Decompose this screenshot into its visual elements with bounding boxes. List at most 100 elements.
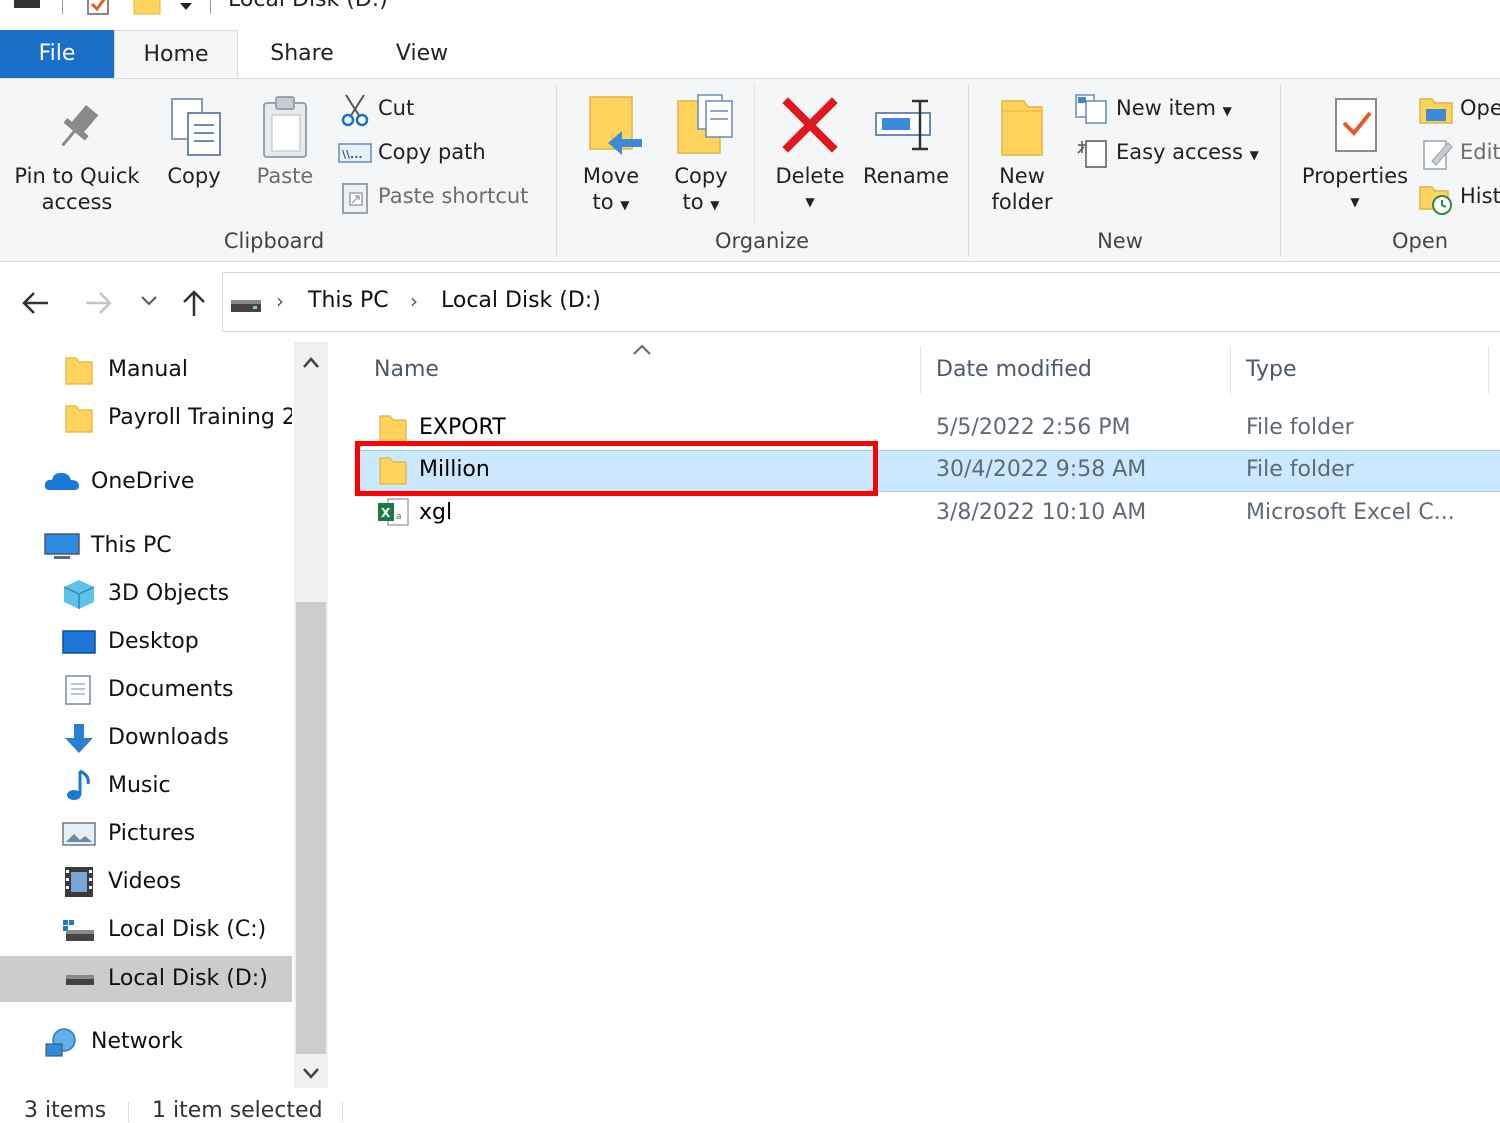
- nav-item-label: This PC: [91, 533, 172, 558]
- new-folder-qa-icon[interactable]: [132, 0, 162, 16]
- tab-file[interactable]: File: [0, 30, 114, 78]
- breadcrumb-separator-icon[interactable]: ›: [276, 289, 284, 313]
- easy-access-label: Easy access ▼: [1116, 140, 1259, 164]
- pin-icon: [54, 103, 102, 153]
- column-divider[interactable]: [1488, 346, 1489, 394]
- breadcrumb-this-pc[interactable]: This PC: [308, 288, 389, 313]
- open-folder-icon: [1418, 93, 1454, 125]
- copy-label: Copy: [167, 164, 221, 188]
- 3d-objects-icon: [62, 578, 96, 610]
- new-group: New folder New item ▼ Easy access ▼ New: [970, 79, 1278, 261]
- rename-button[interactable]: Rename: [858, 91, 954, 201]
- paste-shortcut-button[interactable]: Paste shortcut: [336, 179, 550, 215]
- file-date: 5/5/2022 2:56 PM: [936, 415, 1131, 440]
- tab-share[interactable]: Share: [248, 30, 356, 78]
- clipboard-group: Pin to Quick access Copy Paste Cut \\...…: [0, 79, 556, 261]
- organize-group-label: Organize: [714, 229, 810, 253]
- recent-locations-chevron-icon[interactable]: [140, 295, 158, 307]
- documents-icon: [64, 674, 94, 706]
- nav-item-label: Pictures: [108, 821, 196, 846]
- column-header-name[interactable]: Name: [374, 357, 439, 382]
- network-icon: [44, 1026, 80, 1058]
- new-item-label: New item ▼: [1116, 96, 1232, 120]
- column-header-type[interactable]: Type: [1246, 357, 1297, 382]
- paste-icon: [260, 95, 312, 159]
- clipboard-group-label: Clipboard: [223, 229, 325, 253]
- scroll-up-arrow-icon[interactable]: [302, 356, 320, 370]
- copy-to-label-2: to ▼: [682, 190, 720, 214]
- svg-text:X: X: [381, 506, 391, 520]
- delete-x-icon: [782, 97, 838, 153]
- rename-label: Rename: [862, 164, 950, 188]
- breadcrumb-local-disk-d[interactable]: Local Disk (D:): [441, 288, 601, 313]
- chevron-down-icon: ▼: [1249, 148, 1259, 162]
- paste-shortcut-icon: [340, 181, 370, 215]
- nav-item-label: 3D Objects: [108, 581, 230, 606]
- organize-group: Move to ▼ Copy to ▼ Delete ▼ Rename Orga…: [558, 79, 966, 261]
- new-folder-icon: [998, 97, 1046, 157]
- file-row[interactable]: Xa xgl 3/8/2022 10:10 AM Microsoft Excel…: [356, 493, 1500, 535]
- move-to-icon: [586, 95, 642, 157]
- rename-icon: [874, 97, 938, 153]
- new-folder-button[interactable]: New folder: [980, 91, 1064, 221]
- cut-button[interactable]: Cut: [336, 91, 536, 127]
- copy-path-icon: \\...: [338, 143, 372, 163]
- edit-button[interactable]: Edit: [1418, 135, 1500, 171]
- nav-item-label: Payroll Training 2: [108, 405, 292, 430]
- copy-to-button[interactable]: Copy to ▼: [664, 91, 738, 221]
- file-type: File folder: [1246, 415, 1354, 440]
- easy-access-button[interactable]: Easy access ▼: [1072, 135, 1268, 171]
- column-divider[interactable]: [1230, 346, 1231, 394]
- open-group-label: Open: [1391, 229, 1449, 253]
- tab-home[interactable]: Home: [114, 30, 238, 79]
- computer-icon: [44, 532, 80, 562]
- history-button[interactable]: Hist: [1418, 179, 1500, 215]
- nav-item-label: Music: [108, 773, 171, 798]
- title-bar: Local Disk (D:): [0, 0, 1500, 28]
- delete-button[interactable]: Delete ▼: [770, 91, 850, 221]
- pin-to-quick-access-button[interactable]: Pin to Quick access: [4, 93, 150, 223]
- drive-icon: [12, 0, 42, 10]
- chevron-down-icon: ▼: [620, 198, 630, 212]
- svg-text:a: a: [396, 512, 402, 522]
- nav-item-label: OneDrive: [91, 469, 195, 494]
- forward-arrow-icon[interactable]: [84, 290, 114, 316]
- sort-ascending-icon: [632, 344, 652, 356]
- up-arrow-icon[interactable]: [180, 288, 208, 318]
- column-header-date-modified[interactable]: Date modified: [936, 357, 1092, 382]
- status-item-count: 3 items: [24, 1098, 107, 1123]
- properties-qa-icon[interactable]: [86, 0, 112, 16]
- chevron-down-icon: ▼: [1350, 195, 1360, 209]
- history-icon: [1418, 181, 1454, 215]
- nav-item-payroll-training[interactable]: Payroll Training 2: [64, 398, 292, 438]
- open-button[interactable]: Ope: [1418, 91, 1500, 127]
- nav-scrollbar-thumb[interactable]: [296, 602, 326, 1054]
- move-to-button[interactable]: Move to ▼: [576, 91, 646, 221]
- scroll-down-arrow-icon[interactable]: [302, 1066, 320, 1080]
- properties-button[interactable]: Properties ▼: [1292, 91, 1418, 221]
- edit-label: Edit: [1460, 140, 1500, 164]
- drive-icon: [230, 298, 262, 314]
- nav-item-label: Downloads: [108, 725, 229, 750]
- open-label: Ope: [1460, 96, 1500, 120]
- chevron-down-icon: ▼: [1222, 104, 1232, 118]
- back-arrow-icon[interactable]: [20, 290, 50, 316]
- copy-to-icon: [676, 93, 736, 157]
- paste-button[interactable]: Paste: [248, 93, 322, 203]
- new-item-button[interactable]: New item ▼: [1072, 91, 1268, 127]
- file-date: 30/4/2022 9:58 AM: [936, 457, 1147, 482]
- copy-path-label: Copy path: [378, 140, 486, 164]
- copy-path-button[interactable]: \\... Copy path: [336, 135, 546, 171]
- nav-item-label: Local Disk (D:): [108, 966, 268, 991]
- column-divider[interactable]: [920, 346, 921, 394]
- breadcrumb-separator-icon[interactable]: ›: [410, 289, 418, 313]
- ribbon-tabs: File Home Share View: [0, 30, 1500, 79]
- chevron-down-icon[interactable]: [178, 0, 194, 14]
- window-title: Local Disk (D:): [228, 0, 388, 12]
- tab-view[interactable]: View: [370, 30, 474, 78]
- copy-button[interactable]: Copy: [158, 93, 230, 203]
- copy-to-label-1: Copy: [674, 164, 728, 188]
- properties-icon: [1332, 95, 1382, 157]
- cut-label: Cut: [378, 96, 415, 120]
- folder-icon: [64, 354, 94, 386]
